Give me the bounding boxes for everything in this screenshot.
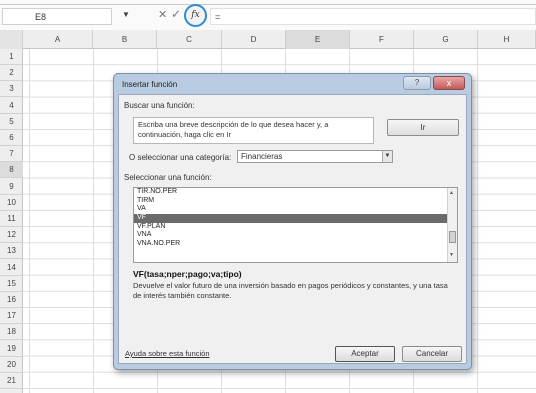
- function-list-item[interactable]: TIRM: [134, 197, 457, 206]
- function-list-label: Seleccionar una función:: [124, 173, 212, 182]
- search-input[interactable]: Escriba una breve descripción de lo que …: [133, 117, 374, 144]
- help-button[interactable]: ?: [403, 76, 431, 90]
- scroll-down-icon[interactable]: ▼: [449, 252, 454, 258]
- function-list-item[interactable]: VF: [134, 214, 457, 223]
- function-list-item[interactable]: TIR.NO.PER: [134, 188, 457, 197]
- function-signature: VF(tasa;nper;pago;va;tipo): [133, 269, 242, 279]
- function-description: Devuelve el valor futuro de una inversió…: [133, 281, 448, 300]
- row-header-bar: 1 2 3 4 5 6 7 8 9 10 11 12 13 14 15 16 17 18 19 20 21: [0, 49, 23, 393]
- column-header-c[interactable]: C: [157, 30, 222, 49]
- column-header-g[interactable]: G: [414, 30, 478, 49]
- column-header-a[interactable]: A: [23, 30, 93, 49]
- enter-icon[interactable]: ✓: [171, 7, 181, 21]
- column-header-b[interactable]: B: [93, 30, 157, 49]
- row-header-5[interactable]: 5: [0, 114, 23, 130]
- row-header-9[interactable]: 9: [0, 179, 23, 195]
- function-list-item[interactable]: VNA: [134, 231, 457, 240]
- row-header-10[interactable]: 10: [0, 195, 23, 211]
- row-header-17[interactable]: 17: [0, 308, 23, 325]
- function-list-item[interactable]: VA: [134, 205, 457, 214]
- row-header-8[interactable]: 8: [0, 162, 23, 179]
- function-list-item[interactable]: VF.PLAN: [134, 223, 457, 232]
- go-button[interactable]: Ir: [387, 119, 459, 136]
- formula-input[interactable]: =: [210, 8, 536, 25]
- row-header-15[interactable]: 15: [0, 276, 23, 292]
- function-help-link[interactable]: Ayuda sobre esta función: [125, 349, 210, 358]
- toolbar-divider: [0, 4, 536, 5]
- row-header-16[interactable]: 16: [0, 292, 23, 308]
- row-header-21[interactable]: 21: [0, 373, 23, 389]
- ok-button[interactable]: Aceptar: [335, 346, 395, 362]
- row-header-20[interactable]: 20: [0, 357, 23, 373]
- scroll-up-icon[interactable]: ▲: [449, 190, 454, 196]
- category-select[interactable]: Financieras ▼: [237, 150, 393, 163]
- function-list-items: TIR.NO.PER TIRM VA VF VF.PLAN VNA VNA.NO.PER: [134, 188, 457, 249]
- category-value: Financieras: [241, 152, 283, 161]
- function-list-scrollbar[interactable]: ▲ ▼: [447, 188, 457, 262]
- column-header-d[interactable]: D: [222, 30, 286, 49]
- insert-function-dialog: Insertar función ? x Buscar una función:…: [113, 73, 472, 370]
- row-header-14[interactable]: 14: [0, 260, 23, 276]
- dialog-title: Insertar función: [122, 80, 178, 89]
- row-header-1[interactable]: 1: [0, 49, 23, 65]
- name-box-dropdown-icon[interactable]: ▼: [122, 10, 130, 19]
- row-header-7[interactable]: 7: [0, 146, 23, 163]
- row-header-19[interactable]: 19: [0, 341, 23, 357]
- close-button[interactable]: x: [433, 76, 465, 90]
- insert-function-button[interactable]: fx: [184, 4, 207, 27]
- row-header-4[interactable]: 4: [0, 98, 23, 114]
- select-all-corner[interactable]: [0, 30, 23, 49]
- column-header-e[interactable]: E: [286, 30, 350, 49]
- dialog-body: Buscar una función: Escriba una breve de…: [118, 94, 467, 364]
- cancel-button[interactable]: Cancelar: [402, 346, 462, 362]
- column-header-h[interactable]: H: [478, 30, 536, 49]
- search-label: Buscar una función:: [124, 101, 195, 110]
- function-list[interactable]: TIR.NO.PER TIRM VA VF VF.PLAN VNA VNA.NO.PER ▲…: [133, 187, 458, 263]
- row-header-11[interactable]: 11: [0, 211, 23, 227]
- name-box[interactable]: E8: [2, 8, 112, 25]
- formula-bar: E8 ▼ ✕ ✓ fx =: [0, 0, 536, 30]
- cancel-icon[interactable]: ✕: [158, 8, 167, 21]
- scrollbar-thumb[interactable]: [449, 231, 456, 243]
- row-header-13[interactable]: 13: [0, 243, 23, 260]
- category-label: O seleccionar una categoría:: [129, 153, 232, 162]
- row-header-12[interactable]: 12: [0, 227, 23, 244]
- function-list-item[interactable]: VNA.NO.PER: [134, 240, 457, 249]
- column-header-bar: ABCDEFGH: [0, 30, 536, 49]
- row-header-2[interactable]: 2: [0, 65, 23, 82]
- row-header-6[interactable]: 6: [0, 130, 23, 146]
- column-header-f[interactable]: F: [350, 30, 414, 49]
- row-header-3[interactable]: 3: [0, 81, 23, 98]
- chevron-down-icon[interactable]: ▼: [382, 151, 392, 162]
- row-header-18[interactable]: 18: [0, 324, 23, 341]
